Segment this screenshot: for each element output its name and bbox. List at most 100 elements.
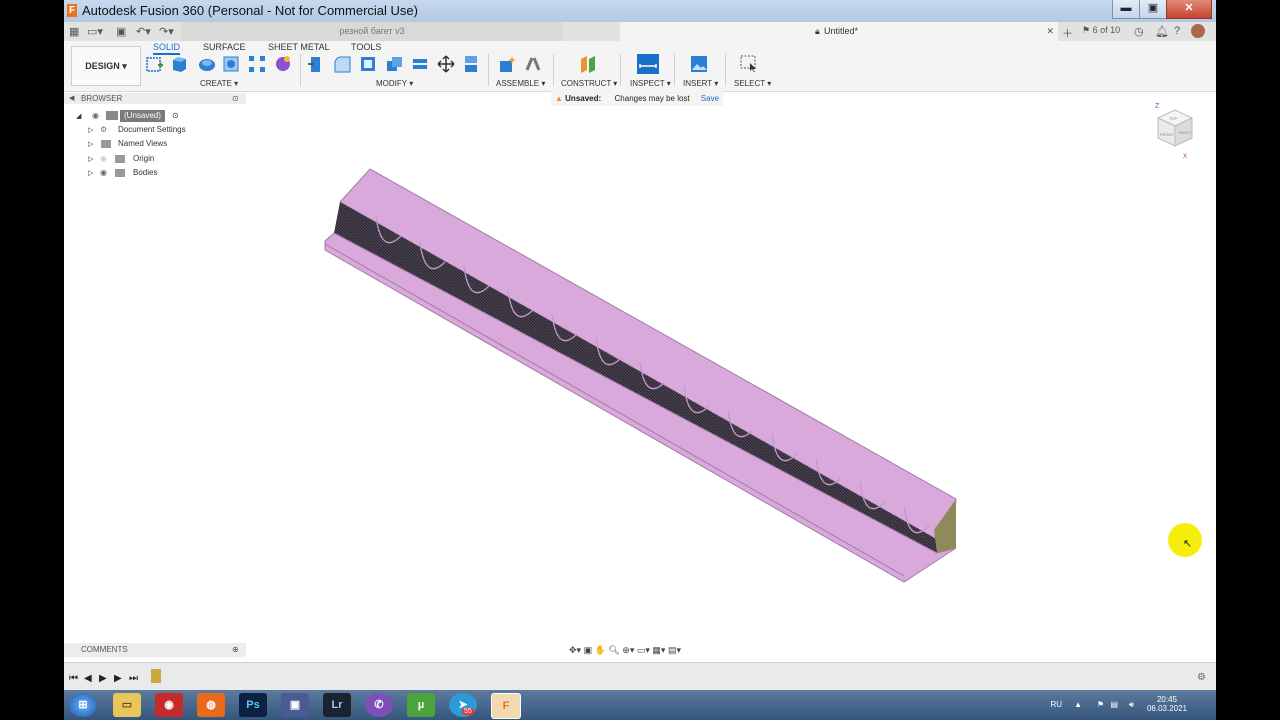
clock[interactable]: 20:45 06.03.2021 [1147, 695, 1187, 713]
modify-menu[interactable]: MODIFY ▾ [376, 79, 413, 88]
language-indicator[interactable]: RU [1050, 700, 1062, 709]
unsaved-banner: ▲ Unsaved: Changes may be lost Save [551, 91, 724, 106]
split-body-icon[interactable] [411, 55, 429, 73]
clock-icon[interactable]: ◷ [1134, 25, 1144, 38]
grid-settings-icon[interactable]: ▦▾ [652, 645, 665, 655]
pin-icon[interactable]: ⊙ [232, 93, 239, 104]
zoom-icon[interactable]: 🔍︎ [608, 645, 619, 655]
create-menu[interactable]: CREATE ▾ [200, 79, 238, 88]
measure-icon[interactable] [637, 54, 659, 74]
tab-rezhoy-baget[interactable]: резной багет v3 [182, 22, 562, 41]
action-center-icon[interactable]: ⚑ [1097, 700, 1104, 709]
create-sketch-icon[interactable] [146, 55, 164, 73]
extrude-icon[interactable] [170, 55, 188, 73]
select-icon[interactable] [740, 55, 758, 73]
close-button[interactable]: ✕ [1166, 0, 1212, 19]
step-back-icon[interactable]: ◀ [84, 673, 92, 684]
fusion-app-icon: F [67, 4, 77, 17]
go-to-end-icon[interactable]: ⏭ [129, 673, 138, 684]
job-status[interactable]: ⚑ 6 of 10 [1082, 25, 1120, 36]
divider [300, 54, 301, 86]
tab-solid[interactable]: SOLID [153, 42, 181, 55]
timeline-bar: ⏮ ◀ ▶ ▶ ⏭ ⚙ [64, 662, 1216, 691]
go-to-start-icon[interactable]: ⏮ [69, 673, 78, 684]
workspace-switcher[interactable]: DESIGN ▾ [71, 46, 141, 86]
volume-icon[interactable]: 🔊︎ [1129, 700, 1134, 710]
undo-icon[interactable]: ↶▾ [136, 25, 151, 38]
media-icon[interactable]: ◉ [155, 693, 183, 717]
edge-line [324, 243, 905, 577]
pan-icon[interactable]: ✋ [595, 645, 606, 655]
save-link[interactable]: Save [701, 94, 719, 103]
view-cube[interactable]: Z X TOP FRONT RIGHT [1150, 101, 1200, 163]
front-face-label: FRONT [1160, 132, 1174, 137]
timeline-settings-icon[interactable]: ⚙ [1197, 672, 1206, 683]
offset-plane-icon[interactable] [579, 55, 597, 73]
network-icon[interactable]: ▤ [1110, 700, 1118, 709]
divider [674, 54, 675, 86]
photoshop-icon[interactable]: Ps [239, 693, 267, 717]
hole-icon[interactable] [222, 55, 240, 73]
new-component-icon[interactable] [498, 55, 516, 73]
explorer-icon[interactable]: ▭ [113, 693, 141, 717]
tab-close-icon[interactable]: ✕ [1046, 22, 1054, 41]
align-icon[interactable] [462, 55, 480, 73]
insert-menu[interactable]: INSERT ▾ [683, 79, 718, 88]
file-icon[interactable]: ▭▾ [87, 25, 103, 38]
display-settings-icon[interactable]: ▭▾ [637, 645, 650, 655]
minimize-button[interactable]: ▬ [1112, 0, 1140, 19]
user-avatar[interactable] [1191, 24, 1205, 38]
fusion360-icon[interactable]: F [491, 693, 521, 719]
unsaved-status: Unsaved: [565, 94, 602, 103]
select-menu[interactable]: SELECT ▾ [734, 79, 771, 88]
viber-icon[interactable]: ✆ [365, 693, 393, 717]
press-pull-icon[interactable] [307, 55, 325, 73]
fit-icon[interactable]: ⊕▾ [622, 645, 634, 655]
tab-tools[interactable]: TOOLS [351, 42, 381, 52]
revolve-icon[interactable] [198, 55, 216, 73]
viewports-icon[interactable]: ▤▾ [668, 645, 681, 655]
tab-surface[interactable]: SURFACE [203, 42, 246, 52]
taskbar: ⊞ ▭ ◉ ◍ Ps ▣ Lr ✆ µ ➤ 55 F RU ▲ ⚑ ▤ 🔊︎ 2… [64, 690, 1216, 720]
tab-sheet-metal[interactable]: SHEET METAL [268, 42, 330, 52]
browser-title: BROWSER [81, 94, 123, 103]
form-icon[interactable] [274, 55, 292, 73]
save-disk-icon[interactable]: ▣ [281, 693, 309, 717]
redo-icon[interactable]: ↷▾ [159, 25, 174, 38]
lightroom-icon[interactable]: Lr [323, 693, 351, 717]
combine-icon[interactable] [385, 55, 403, 73]
tray-expand-icon[interactable]: ▲ [1074, 700, 1082, 709]
grid-menu-icon[interactable]: ▦ [69, 25, 79, 38]
joint-icon[interactable] [524, 55, 542, 73]
assemble-menu[interactable]: ASSEMBLE ▾ [496, 79, 545, 88]
save-icon[interactable]: ▣ [116, 25, 126, 38]
insert-image-icon[interactable] [690, 55, 708, 73]
construct-menu[interactable]: CONSTRUCT ▾ [561, 79, 617, 88]
utorrent-icon[interactable]: µ [407, 693, 435, 717]
help-icon[interactable]: ? [1174, 25, 1180, 37]
firefox-icon[interactable]: ◍ [197, 693, 225, 717]
orbit-icon[interactable]: ✥▾ [569, 645, 581, 655]
new-tab-icon[interactable]: ＋ [1062, 25, 1073, 41]
start-button[interactable]: ⊞ [69, 693, 97, 717]
timeline-feature-icon[interactable] [151, 669, 161, 683]
maximize-button[interactable]: ▣ [1139, 0, 1167, 19]
canvas-viewport[interactable] [64, 106, 1216, 643]
step-forward-icon[interactable]: ▶ [114, 673, 122, 684]
comments-title: COMMENTS [81, 645, 128, 654]
play-icon[interactable]: ▶ [99, 673, 107, 684]
notification-icon[interactable]: 🔔︎ [1155, 25, 1169, 38]
add-comment-icon[interactable]: ⊕ [232, 643, 239, 657]
clock-date: 06.03.2021 [1146, 704, 1187, 713]
shell-icon[interactable] [359, 55, 377, 73]
pattern-icon[interactable] [248, 55, 266, 73]
unsaved-message: Changes may be lost [614, 94, 690, 103]
cursor-highlight: ↖ [1168, 523, 1202, 557]
fillet-icon[interactable] [333, 55, 351, 73]
inspect-menu[interactable]: INSPECT ▾ [630, 79, 671, 88]
move-icon[interactable] [437, 55, 455, 73]
ribbon-toolbar: DESIGN ▾ SOLID SURFACE SHEET METAL TOOLS… [64, 41, 1216, 92]
look-at-icon[interactable]: ▣ [584, 645, 593, 655]
tab-untitled[interactable]: 🔒︎ Untitled* ✕ [620, 22, 1058, 41]
collapse-icon[interactable]: ◀ [69, 93, 74, 104]
